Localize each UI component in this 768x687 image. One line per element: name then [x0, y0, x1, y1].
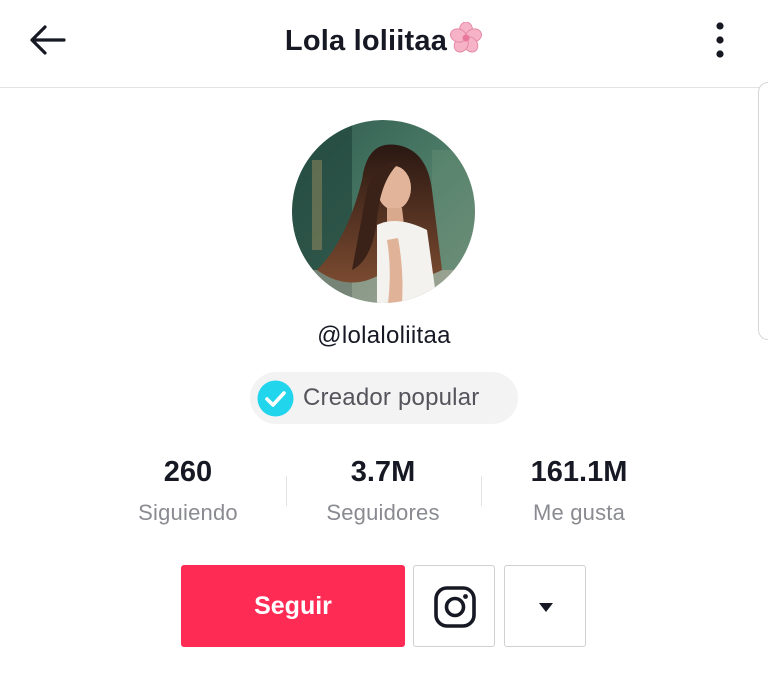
- stat-likes[interactable]: 161.1M Me gusta: [484, 456, 674, 526]
- caret-down-icon: [539, 603, 553, 612]
- stat-divider: [481, 476, 482, 506]
- likes-count: 161.1M: [530, 456, 628, 488]
- followers-label: Seguidores: [326, 500, 440, 525]
- stat-followers[interactable]: 3.7M Seguidores: [288, 456, 478, 526]
- more-dropdown-button[interactable]: [504, 565, 586, 647]
- popular-creator-badge[interactable]: Creador popular: [250, 372, 518, 424]
- side-scroll-handle[interactable]: [758, 82, 768, 340]
- following-label: Siguiendo: [138, 500, 238, 525]
- page-title: Lola loliitaa: [0, 22, 768, 58]
- verified-check-icon: [257, 380, 294, 417]
- follow-button[interactable]: Seguir: [181, 565, 405, 647]
- followers-count: 3.7M: [350, 456, 416, 488]
- likes-label: Me gusta: [532, 500, 626, 525]
- profile-display-name: Lola loliitaa: [284, 25, 448, 57]
- vertical-dots-icon: [716, 22, 724, 58]
- more-options-button[interactable]: [700, 18, 740, 62]
- badge-label: Creador popular: [303, 384, 480, 411]
- stat-following[interactable]: 260 Siguiendo: [93, 456, 283, 526]
- avatar[interactable]: [292, 120, 475, 303]
- stat-divider: [286, 476, 287, 506]
- following-count: 260: [163, 456, 213, 488]
- instagram-icon: [434, 586, 476, 628]
- instagram-button[interactable]: [413, 565, 495, 647]
- cherry-blossom-icon: [450, 22, 483, 53]
- profile-photo: [292, 120, 475, 303]
- top-bar: Lola loliitaa: [0, 0, 768, 88]
- username: @lolaloliitaa: [317, 322, 451, 349]
